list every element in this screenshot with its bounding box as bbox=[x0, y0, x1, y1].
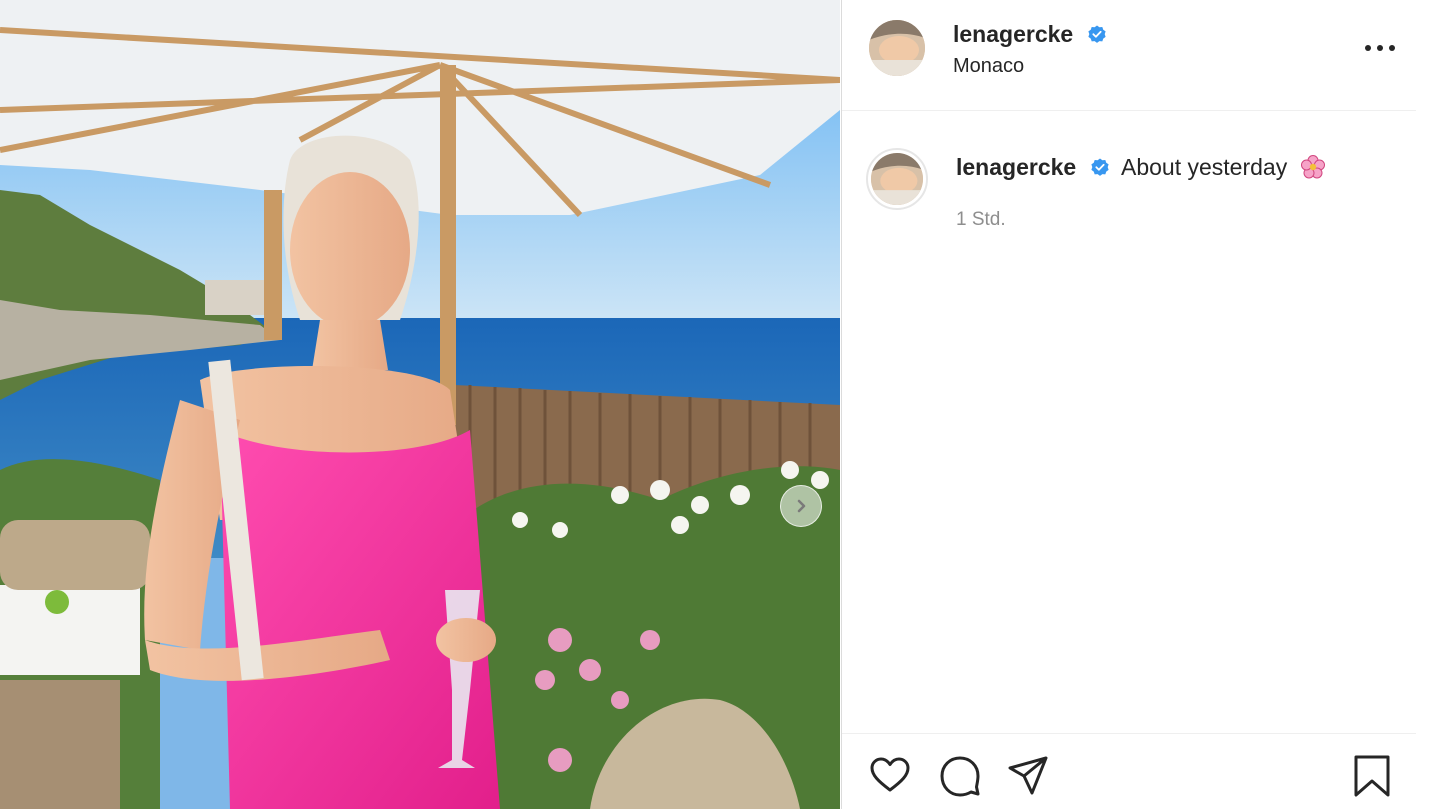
post-photo[interactable] bbox=[0, 0, 840, 809]
share-button[interactable] bbox=[1006, 754, 1050, 798]
next-photo-button[interactable] bbox=[780, 485, 822, 527]
photo-scene bbox=[0, 0, 840, 809]
author-username[interactable]: lenagercke bbox=[953, 21, 1073, 47]
more-options-icon bbox=[1365, 45, 1371, 51]
cherry-blossom-icon bbox=[1300, 155, 1325, 179]
avatar-image bbox=[869, 20, 925, 76]
avatar[interactable] bbox=[869, 20, 925, 76]
post-timestamp[interactable]: 1 Std. bbox=[956, 209, 1006, 231]
author-username-row: lenagercke bbox=[953, 21, 1108, 48]
caption-line: lenagercke About yesterday bbox=[956, 154, 1326, 181]
avatar-image bbox=[871, 153, 923, 205]
more-options-icon-dot bbox=[1389, 45, 1395, 51]
bookmark-icon bbox=[1354, 755, 1390, 797]
avatar bbox=[871, 153, 923, 205]
verified-badge-icon bbox=[1087, 25, 1106, 43]
post-side-panel: lenagercke Monaco lenagercke About yeste… bbox=[841, 0, 1417, 809]
send-icon bbox=[1008, 756, 1048, 795]
post-location[interactable]: Monaco bbox=[953, 55, 1024, 78]
comment-button[interactable] bbox=[938, 754, 982, 798]
save-button[interactable] bbox=[1350, 754, 1394, 798]
post-header: lenagercke Monaco bbox=[842, 0, 1417, 111]
caption-avatar[interactable] bbox=[866, 148, 928, 210]
comment-icon bbox=[940, 756, 980, 797]
more-options-icon-dot bbox=[1377, 45, 1383, 51]
chevron-right-icon bbox=[797, 499, 806, 513]
caption-text: About yesterday bbox=[1120, 154, 1288, 180]
like-button[interactable] bbox=[868, 754, 912, 798]
right-gutter bbox=[1416, 0, 1440, 809]
heart-icon bbox=[870, 757, 910, 792]
verified-badge-icon bbox=[1090, 158, 1109, 176]
post-actions-bar bbox=[842, 733, 1417, 810]
caption-username[interactable]: lenagercke bbox=[956, 154, 1076, 180]
more-options-button[interactable] bbox=[1365, 36, 1395, 60]
